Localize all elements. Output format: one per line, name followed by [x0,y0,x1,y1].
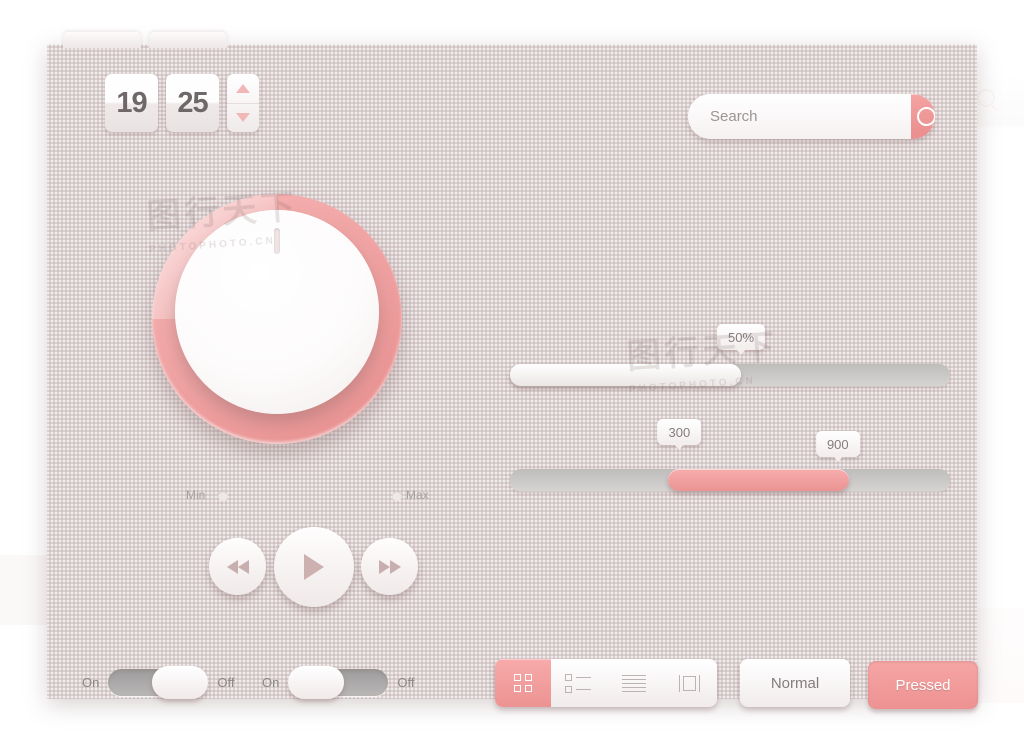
rewind-button[interactable] [209,538,266,595]
number-stepper: 19 25 [105,74,259,132]
toggle-2-knob[interactable] [288,666,345,699]
stepper-decrement-button[interactable] [227,104,259,133]
search-box [688,94,935,139]
stepper-value-left[interactable]: 19 [105,74,158,132]
slider-value-bubble: 50% [716,324,766,355]
stepper-spin-buttons [227,74,259,132]
panel-tab-right[interactable] [149,32,227,48]
fast-forward-button[interactable] [361,538,418,595]
segment-column-view[interactable] [662,659,718,707]
toggle-switch-2: On Off [262,666,415,699]
knob-max-dot [392,491,402,501]
list-view-icon [565,673,592,693]
segment-grid-view[interactable] [495,659,551,707]
triangle-up-icon [236,83,250,93]
magnifier-icon [917,107,935,126]
range-high-value-bubble: 900 [815,431,860,462]
toggle-1-knob[interactable] [152,666,209,699]
knob-face[interactable] [175,210,379,414]
lines-view-icon [621,674,646,692]
stepper-value-right[interactable]: 25 [166,74,219,132]
toggle-switch-1: On Off [82,666,235,699]
range-slider-fill[interactable] [668,469,849,491]
grid-view-icon [513,674,532,692]
ghost-magnifier-icon [977,89,995,107]
panel-tab-left[interactable] [63,32,141,48]
knob-scale-labels: Min Max [142,486,429,506]
segment-list-view[interactable] [551,659,607,707]
triangle-down-icon [236,113,250,123]
toggle-1-track[interactable] [108,666,209,699]
toggle-2-off-label: Off [397,675,415,690]
search-input[interactable] [688,94,911,139]
play-icon [304,554,324,580]
knob-min-dot [218,491,228,501]
column-view-icon [678,674,700,692]
transport-controls [209,527,419,607]
segment-lines-view[interactable] [606,659,662,707]
ui-kit-panel: 19 25 Min Max [47,32,978,709]
volume-slider[interactable]: 50% [510,324,950,394]
knob-max-label: Max [406,488,429,502]
normal-button[interactable]: Normal [740,659,850,707]
fast-forward-icon [378,559,401,574]
toggle-1-off-label: Off [217,675,235,690]
slider-fill [510,364,741,386]
view-mode-segmented-control [495,659,717,707]
toggle-1-on-label: On [82,675,100,690]
toggle-2-track[interactable] [288,666,389,699]
stepper-increment-button[interactable] [227,74,259,104]
pressed-button[interactable]: Pressed [868,661,978,709]
range-slider[interactable]: 300 900 [510,419,950,499]
play-button[interactable] [274,527,354,607]
rotary-knob[interactable] [142,184,412,454]
knob-min-label: Min [186,488,206,502]
toggle-2-on-label: On [262,675,280,690]
rewind-icon [226,559,249,574]
knob-indicator [274,228,280,254]
range-low-value-bubble: 300 [657,419,702,450]
search-button[interactable] [911,94,935,139]
